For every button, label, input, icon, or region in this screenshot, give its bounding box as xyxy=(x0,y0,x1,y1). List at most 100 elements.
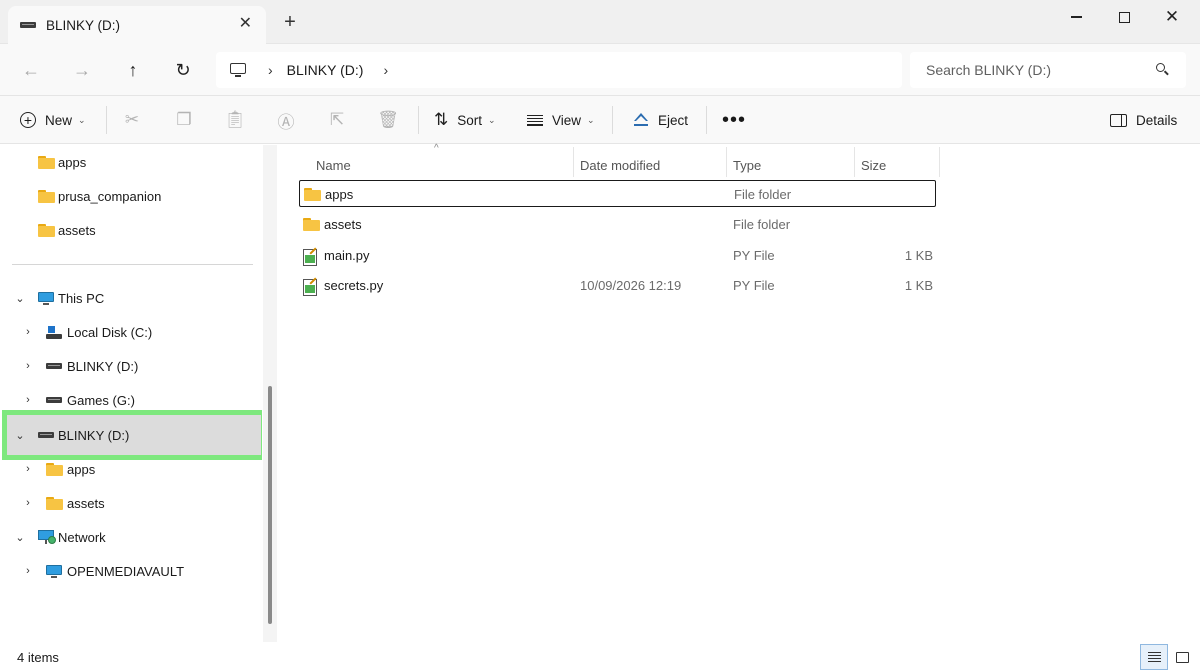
sidebar-item-local-disk-c[interactable]: › Local Disk (C:) xyxy=(0,315,262,349)
column-header-name[interactable]: Name xyxy=(316,153,351,177)
tab-close-icon[interactable]: ✕ xyxy=(239,15,252,33)
address-bar[interactable]: › BLINKY (D:) › xyxy=(216,52,902,88)
back-button[interactable]: ← xyxy=(18,57,44,83)
sidebar-item-label: prusa_companion xyxy=(58,188,162,204)
copy-icon[interactable]: ❐ xyxy=(170,106,198,134)
chevron-right-icon[interactable]: › xyxy=(22,565,34,577)
sidebar-item-blinky-d[interactable]: › BLINKY (D:) xyxy=(0,349,262,383)
maximize-button[interactable] xyxy=(1104,6,1144,28)
column-header-size[interactable]: Size xyxy=(861,153,886,177)
tiles-view-icon xyxy=(1175,651,1189,663)
sidebar-item-label: assets xyxy=(67,495,105,511)
sidebar-item-label: apps xyxy=(67,461,96,477)
sidebar-item-network[interactable]: ⌄ Network xyxy=(0,520,262,554)
breadcrumb-blinky[interactable]: BLINKY (D:) xyxy=(287,62,364,78)
sidebar-item-blinky-assets[interactable]: › assets xyxy=(0,486,262,520)
chevron-right-icon[interactable]: › xyxy=(22,326,34,338)
view-icon xyxy=(527,114,543,126)
close-button[interactable]: ✕ xyxy=(1152,6,1192,28)
file-row-main-py[interactable]: main.py PY File 1 KB xyxy=(299,242,936,269)
chevron-down-icon[interactable]: ⌄ xyxy=(14,292,26,305)
drive-icon xyxy=(20,22,36,28)
file-name: main.py xyxy=(324,248,370,263)
address-row: ← → ↑ ↻ › BLINKY (D:) › xyxy=(0,44,1200,96)
file-type: File folder xyxy=(734,187,792,202)
sidebar-item-label: Games (G:) xyxy=(67,392,135,408)
folder-icon xyxy=(46,462,63,476)
folder-icon xyxy=(38,189,55,203)
delete-icon[interactable]: 🗑︎ xyxy=(374,106,402,134)
up-button[interactable]: ↑ xyxy=(120,57,146,83)
column-divider[interactable] xyxy=(573,147,574,177)
breadcrumb-separator-end[interactable]: › xyxy=(383,62,388,78)
sidebar-scrollbar-thumb[interactable] xyxy=(268,386,272,624)
file-list-pane: Name ^ Date modified Type Size apps File… xyxy=(284,143,1200,642)
drive-icon xyxy=(38,432,54,438)
file-row-assets[interactable]: assets File folder xyxy=(299,211,936,238)
tab-title: BLINKY (D:) xyxy=(46,17,121,33)
drive-icon xyxy=(46,397,62,403)
sort-button[interactable]: ⇅ Sort ⌄ xyxy=(434,106,496,134)
sidebar-item-label: assets xyxy=(58,222,96,238)
sidebar-item-blinky-apps[interactable]: › apps xyxy=(0,452,262,486)
column-divider[interactable] xyxy=(726,147,727,177)
column-header-date-modified[interactable]: Date modified xyxy=(580,153,660,177)
toolbar-divider xyxy=(418,106,419,134)
column-header-type[interactable]: Type xyxy=(733,153,761,177)
breadcrumb-separator[interactable]: › xyxy=(268,62,273,78)
search-input[interactable] xyxy=(926,62,1146,78)
chevron-down-icon[interactable]: ⌄ xyxy=(14,531,26,544)
chevron-right-icon[interactable]: › xyxy=(22,497,34,509)
sidebar-item-assets[interactable]: assets xyxy=(0,213,262,247)
sidebar-item-openmediavault[interactable]: › OPENMEDIAVAULT xyxy=(0,554,262,588)
drive-icon xyxy=(46,363,62,369)
folder-icon xyxy=(38,155,55,169)
view-label: View xyxy=(552,112,582,128)
new-tab-button[interactable]: + xyxy=(280,12,300,32)
sidebar-item-label: OPENMEDIAVAULT xyxy=(67,563,185,579)
new-button[interactable]: + New ⌄ xyxy=(20,106,86,134)
eject-button[interactable]: Eject xyxy=(633,106,688,134)
folder-icon xyxy=(303,218,320,231)
forward-button[interactable]: → xyxy=(69,57,95,83)
title-bar: BLINKY (D:) ✕ + ✕ xyxy=(0,0,1200,44)
search-box[interactable] xyxy=(910,52,1186,88)
file-row-apps[interactable]: apps File folder xyxy=(299,180,936,207)
file-date: 10/09/2026 12:19 xyxy=(580,278,682,293)
sidebar-item-this-pc[interactable]: ⌄ This PC xyxy=(0,281,262,315)
view-button[interactable]: View ⌄ xyxy=(527,106,595,134)
command-bar: + New ⌄ ✂ ❐ 📋︎ Ⓐ ⇱ 🗑︎ ⇅ Sort ⌄ View ⌄ Ej… xyxy=(0,96,1200,144)
minimize-button[interactable] xyxy=(1056,6,1096,28)
refresh-button[interactable]: ↻ xyxy=(170,57,196,83)
chevron-down-icon[interactable]: ⌄ xyxy=(14,429,26,442)
details-label: Details xyxy=(1136,112,1178,128)
sidebar-item-apps[interactable]: apps xyxy=(0,145,262,179)
toolbar-divider xyxy=(106,106,107,134)
sidebar-item-prusa-companion[interactable]: prusa_companion xyxy=(0,179,262,213)
details-pane-button[interactable]: Details xyxy=(1110,106,1177,134)
file-row-secrets-py[interactable]: secrets.py 10/09/2026 12:19 PY File 1 KB xyxy=(299,272,936,299)
list-view-icon xyxy=(1147,651,1161,663)
share-icon[interactable]: ⇱ xyxy=(323,106,351,134)
chevron-right-icon[interactable]: › xyxy=(22,463,34,475)
sidebar-divider xyxy=(12,264,253,265)
eject-icon xyxy=(633,113,649,127)
sidebar-item-blinky-d-selected[interactable]: ⌄ BLINKY (D:) xyxy=(0,418,262,452)
this-pc-icon xyxy=(38,291,54,305)
sidebar-item-label: Network xyxy=(58,529,106,545)
python-file-icon xyxy=(303,247,318,266)
tab-blinky[interactable]: BLINKY (D:) ✕ xyxy=(8,6,266,44)
paste-icon[interactable]: 📋︎ xyxy=(221,106,249,134)
file-name: apps xyxy=(325,187,354,202)
rename-icon[interactable]: Ⓐ xyxy=(272,106,300,134)
more-options-button[interactable]: ••• xyxy=(722,106,746,134)
search-icon[interactable] xyxy=(1156,63,1170,77)
chevron-right-icon[interactable]: › xyxy=(22,360,34,372)
cut-icon[interactable]: ✂ xyxy=(118,106,146,134)
tiles-view-button[interactable] xyxy=(1168,644,1196,670)
chevron-right-icon[interactable]: › xyxy=(22,394,34,406)
column-divider[interactable] xyxy=(939,147,940,177)
details-view-button[interactable] xyxy=(1140,644,1168,670)
column-divider[interactable] xyxy=(854,147,855,177)
file-type: PY File xyxy=(733,248,775,263)
